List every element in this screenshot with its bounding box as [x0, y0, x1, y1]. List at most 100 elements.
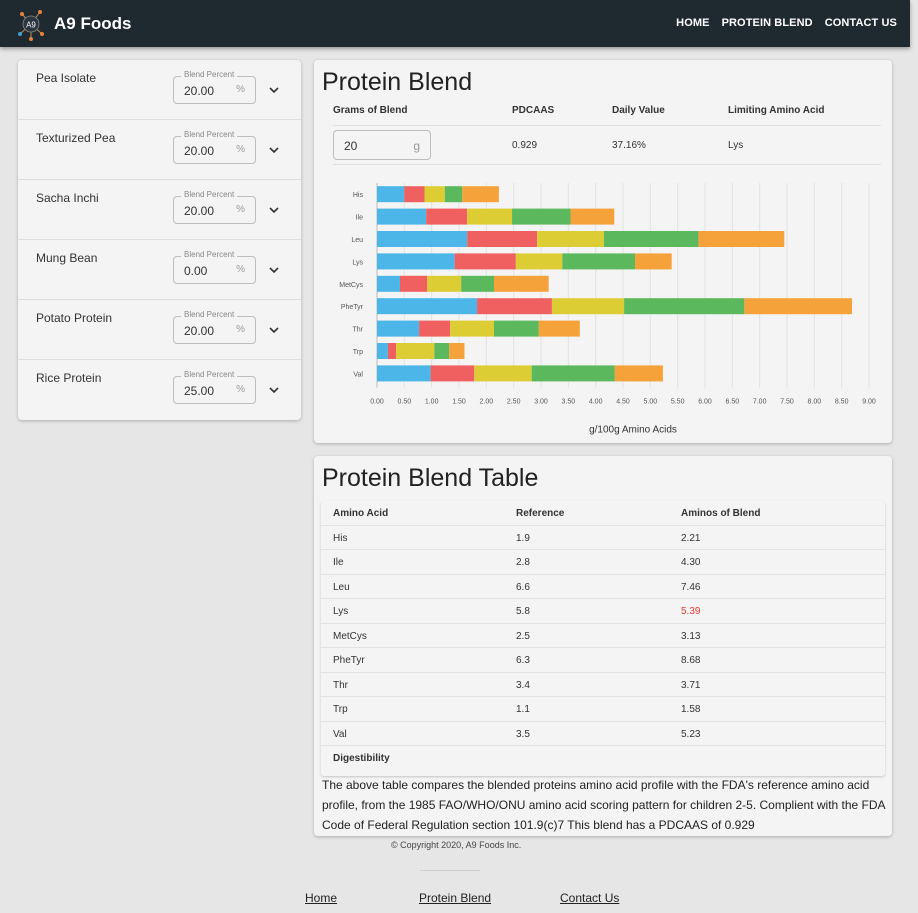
amino-acid-cell: PheTyr — [333, 655, 365, 666]
field-value[interactable]: 20.00 — [184, 84, 214, 98]
table-row: MetCys 2.5 3.13 — [321, 624, 885, 648]
footer-protein-blend-link[interactable]: Protein Blend — [419, 891, 491, 905]
field-value[interactable]: 20.00 — [184, 204, 214, 218]
field-value[interactable]: 20.00 — [184, 324, 214, 338]
bar-segment — [537, 231, 604, 247]
chevron-down-icon[interactable] — [268, 325, 280, 335]
reference-cell: 2.5 — [516, 630, 530, 642]
divider — [333, 125, 881, 126]
x-tick-label: 7.50 — [780, 399, 794, 406]
bar-segment — [377, 343, 388, 359]
bar-segment — [377, 231, 468, 247]
bar-segment — [493, 320, 539, 337]
x-tick-label: 1.50 — [452, 399, 466, 406]
blend-percent-field[interactable]: Blend Percent 0.00 % — [173, 250, 256, 284]
nav-contact-us-link[interactable]: CONTACT US — [825, 17, 897, 29]
x-tick-label: 5.50 — [671, 399, 685, 406]
bar-segment — [624, 298, 745, 315]
amino-acid-cell: Val — [333, 728, 347, 740]
percent-unit: % — [236, 384, 245, 395]
percent-unit: % — [236, 324, 245, 335]
nav-protein-blend-link[interactable]: PROTEIN BLEND — [722, 17, 813, 29]
bar-segment — [419, 320, 451, 337]
a9-logo-icon[interactable]: A9 — [16, 6, 46, 42]
x-tick-label: 0.50 — [398, 399, 412, 406]
blend-percent-field[interactable]: Blend Percent 25.00 % — [173, 370, 256, 404]
percent-unit: % — [236, 84, 245, 95]
reference-cell: 2.8 — [516, 557, 530, 568]
bar-segment — [377, 208, 427, 225]
footer-contact-us-link[interactable]: Contact Us — [560, 891, 619, 905]
bar-segment — [377, 186, 405, 203]
bar-segment — [377, 298, 478, 315]
blend-cell: 5.23 — [681, 728, 701, 740]
daily-value: 37.16% — [612, 140, 646, 151]
chevron-down-icon[interactable] — [268, 265, 280, 275]
chevron-down-icon[interactable] — [268, 205, 280, 215]
x-tick-label: 6.50 — [726, 399, 740, 406]
field-value[interactable]: 0.00 — [184, 264, 207, 278]
bar-segment — [396, 343, 435, 359]
column-header: Aminos of Blend — [681, 508, 761, 519]
brand-title[interactable]: A9 Foods — [54, 14, 131, 34]
y-category-label: Val — [353, 371, 363, 378]
percent-unit: % — [236, 144, 245, 155]
x-tick-label: 4.00 — [589, 399, 603, 406]
pdcaas-header: PDCAAS — [512, 105, 555, 116]
grams-value[interactable]: 20 — [344, 139, 357, 153]
bar-segment — [399, 275, 428, 292]
x-tick-label: 8.50 — [835, 399, 849, 406]
bar-segment — [444, 186, 463, 203]
y-category-label: PheTyr — [341, 304, 364, 311]
bar-segment — [512, 208, 571, 225]
reference-cell: 1.9 — [516, 532, 530, 544]
chevron-down-icon[interactable] — [268, 385, 280, 395]
bar-segment — [387, 343, 397, 359]
blend-percent-field[interactable]: Blend Percent 20.00 % — [173, 310, 256, 344]
field-label: Blend Percent — [181, 130, 238, 139]
reference-cell: 6.6 — [516, 581, 530, 593]
percent-unit: % — [236, 204, 245, 215]
bar-segment — [449, 343, 465, 359]
table-row: Thr 3.4 3.71 — [321, 673, 885, 697]
logo-text: A9 — [26, 21, 36, 30]
x-tick-label: 7.00 — [753, 399, 767, 406]
ingredient-row: Texturized Pea Blend Percent 20.00 % — [18, 120, 301, 180]
bar-segment — [430, 365, 475, 382]
digestibility-row: Digestibility — [321, 746, 885, 771]
column-header: Reference — [516, 508, 565, 519]
blend-percent-field[interactable]: Blend Percent 20.00 % — [173, 130, 256, 164]
bar-segment — [427, 275, 462, 292]
chevron-down-icon[interactable] — [268, 85, 280, 95]
bar-segment — [570, 208, 615, 225]
table-row: PheTyr 6.3 8.68 — [321, 648, 885, 673]
bar-segment — [538, 320, 580, 337]
x-tick-label: 0.00 — [370, 399, 384, 406]
bar-segment — [603, 231, 699, 247]
y-category-label: Thr — [353, 327, 364, 334]
bar-segment — [462, 186, 499, 203]
digestibility-label: Digestibility — [333, 753, 390, 764]
reference-cell: 3.5 — [516, 728, 530, 740]
limiting-amino-header: Limiting Amino Acid — [728, 105, 825, 116]
field-value[interactable]: 20.00 — [184, 144, 214, 158]
grams-input[interactable]: 20 g — [333, 130, 431, 160]
field-label: Blend Percent — [181, 190, 238, 199]
ingredient-name: Rice Protein — [36, 371, 102, 385]
ingredient-name: Texturized Pea — [36, 131, 116, 145]
blend-cell: 3.71 — [681, 679, 701, 691]
blend-percent-field[interactable]: Blend Percent 20.00 % — [173, 190, 256, 224]
table-header-row: Amino Acid Reference Aminos of Blend — [321, 501, 885, 526]
field-label: Blend Percent — [181, 310, 238, 319]
bar-segment — [515, 253, 563, 270]
divider — [333, 164, 881, 165]
field-value[interactable]: 25.00 — [184, 384, 214, 398]
table-row: Leu 6.6 7.46 — [321, 575, 885, 599]
blend-percent-field[interactable]: Blend Percent 20.00 % — [173, 70, 256, 104]
bar-segment — [377, 365, 431, 382]
chevron-down-icon[interactable] — [268, 145, 280, 155]
footer-home-link[interactable]: Home — [305, 891, 337, 905]
x-tick-label: 4.50 — [616, 399, 630, 406]
page-title: Protein Blend — [322, 68, 473, 96]
nav-home-link[interactable]: HOME — [676, 17, 709, 29]
